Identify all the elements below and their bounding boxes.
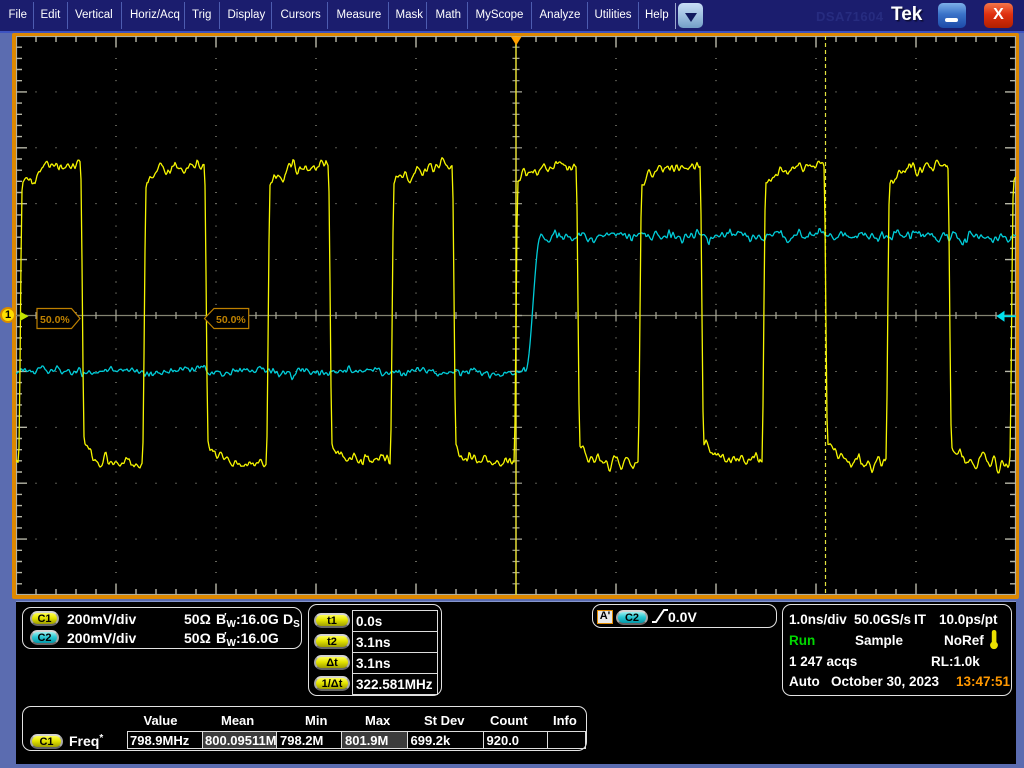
svg-text:50.0%: 50.0% — [40, 314, 70, 326]
svg-text:50.0%: 50.0% — [216, 314, 246, 326]
